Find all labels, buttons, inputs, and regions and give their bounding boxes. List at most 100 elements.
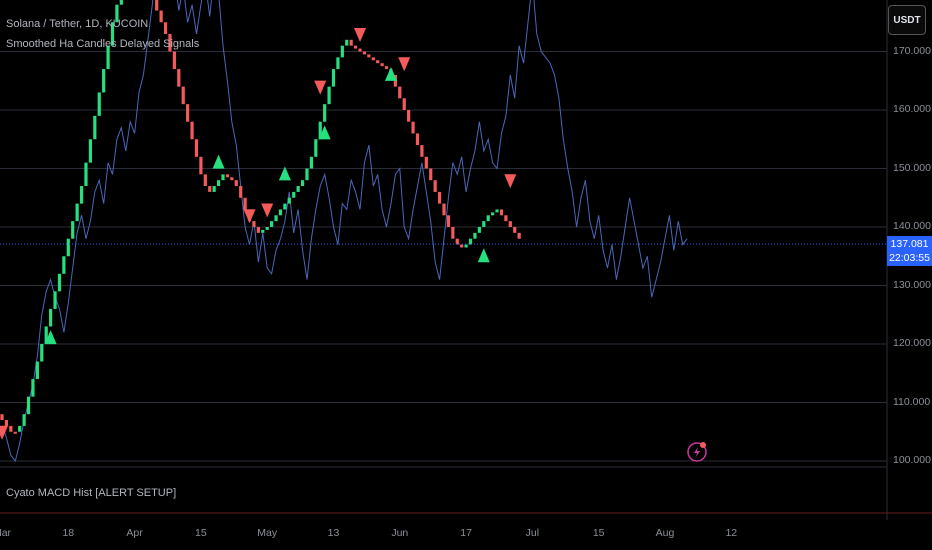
ha-candle bbox=[442, 203, 446, 216]
time-tick-label: 15 bbox=[592, 527, 605, 539]
ha-candle bbox=[252, 221, 256, 227]
ha-candle bbox=[88, 139, 92, 163]
ha-candle bbox=[305, 168, 309, 181]
ha-candle bbox=[256, 227, 260, 233]
ha-candle bbox=[261, 229, 265, 233]
ha-candle bbox=[225, 174, 230, 178]
ha-candle bbox=[367, 54, 371, 58]
ha-candle bbox=[93, 115, 97, 140]
ha-candle bbox=[407, 110, 411, 122]
ha-candle bbox=[446, 215, 451, 227]
ha-candle bbox=[415, 133, 420, 146]
ha-candle bbox=[66, 238, 70, 257]
ha-candle bbox=[159, 10, 163, 23]
ha-candle bbox=[508, 221, 512, 227]
time-tick-label: 13 bbox=[327, 527, 340, 539]
ha-candle bbox=[464, 244, 468, 248]
ha-candle bbox=[424, 156, 428, 169]
ha-candle bbox=[340, 45, 344, 58]
ha-candle bbox=[221, 174, 225, 181]
ha-candle bbox=[57, 273, 62, 292]
price-tick-label: 110.000 bbox=[893, 395, 931, 408]
ha-candle bbox=[274, 215, 278, 222]
ha-candle bbox=[411, 121, 415, 134]
ha-candle bbox=[31, 379, 35, 397]
ha-candle bbox=[477, 227, 481, 233]
ha-candle bbox=[243, 197, 247, 210]
ha-candle bbox=[208, 186, 212, 192]
ha-candle bbox=[194, 139, 199, 157]
ha-candle bbox=[323, 104, 327, 122]
ha-candle bbox=[420, 145, 424, 157]
sub-pane-label[interactable]: Cyato MACD Hist [ALERT SETUP] bbox=[6, 487, 176, 499]
ha-candle bbox=[62, 256, 66, 274]
ha-candle bbox=[26, 396, 31, 415]
ha-candle bbox=[230, 177, 234, 181]
ha-candle bbox=[239, 186, 243, 198]
ha-candle bbox=[451, 227, 455, 239]
ha-candle bbox=[380, 63, 384, 67]
price-tick-label: 170.000 bbox=[893, 44, 931, 57]
ha-candle bbox=[460, 244, 464, 248]
ha-candle bbox=[336, 57, 340, 70]
ha-candle bbox=[331, 69, 336, 87]
ha-candle bbox=[234, 180, 238, 187]
ha-candle bbox=[203, 174, 207, 187]
ha-candle bbox=[437, 191, 442, 204]
ha-candle bbox=[75, 203, 79, 222]
time-tick-label: Apr bbox=[126, 527, 143, 539]
ha-candle bbox=[155, 0, 159, 11]
ha-candle bbox=[9, 425, 13, 432]
indicator-label[interactable]: Smoothed Ha Candles Delayed Signals bbox=[6, 38, 199, 50]
currency-button[interactable]: USDT bbox=[888, 5, 926, 35]
price-tick-label: 140.000 bbox=[893, 220, 931, 232]
ha-candle bbox=[300, 180, 305, 187]
ha-candle bbox=[486, 215, 490, 222]
ha-candle bbox=[429, 168, 433, 181]
price-tick-label: 150.000 bbox=[893, 161, 931, 174]
chart-title[interactable]: Solana / Tether, 1D, KUCOIN bbox=[6, 18, 148, 30]
ha-candle bbox=[0, 414, 4, 421]
time-tick-label: May bbox=[257, 527, 278, 539]
time-tick-label: Jul bbox=[525, 527, 540, 539]
ha-candle bbox=[79, 186, 84, 204]
ha-candle bbox=[398, 86, 402, 99]
price-tick-label: 120.000 bbox=[893, 337, 931, 349]
time-tick-label: Aug bbox=[655, 527, 675, 539]
price-chart[interactable] bbox=[0, 0, 932, 550]
ha-candle bbox=[358, 48, 362, 52]
ha-candle bbox=[473, 232, 477, 239]
ha-candle bbox=[309, 156, 313, 169]
ha-candle bbox=[186, 104, 190, 122]
price-tick-label: 100.000 bbox=[893, 454, 931, 466]
time-tick-label: 15 bbox=[195, 527, 207, 539]
ha-candle bbox=[349, 39, 353, 46]
ha-candle bbox=[18, 425, 22, 432]
ha-candle bbox=[499, 209, 504, 216]
ha-candle bbox=[181, 86, 185, 105]
ha-candle bbox=[384, 66, 389, 70]
ha-candle bbox=[119, 0, 123, 5]
bar-countdown: 22:03:55 bbox=[889, 252, 930, 265]
ha-candle bbox=[376, 60, 380, 64]
ha-candle bbox=[172, 51, 176, 70]
ha-candle bbox=[84, 162, 88, 187]
ha-candle bbox=[327, 86, 331, 105]
ha-candle bbox=[354, 45, 358, 49]
ha-candle bbox=[40, 344, 44, 362]
ha-candle bbox=[482, 221, 486, 227]
time-tick-label: Jun bbox=[391, 527, 409, 539]
price-tick-label: 130.000 bbox=[893, 278, 931, 291]
ha-candle bbox=[278, 209, 283, 216]
ha-candle bbox=[402, 98, 406, 110]
ha-candle bbox=[4, 420, 9, 426]
ha-candle bbox=[504, 215, 508, 222]
ha-candle bbox=[292, 191, 296, 198]
ha-candle bbox=[102, 69, 106, 93]
ha-candle bbox=[345, 39, 349, 46]
ha-candle bbox=[314, 139, 318, 157]
ha-candle bbox=[163, 22, 168, 34]
ha-candle bbox=[190, 121, 194, 140]
price-tick-label: 160.000 bbox=[893, 103, 931, 115]
ha-candle bbox=[371, 57, 375, 61]
